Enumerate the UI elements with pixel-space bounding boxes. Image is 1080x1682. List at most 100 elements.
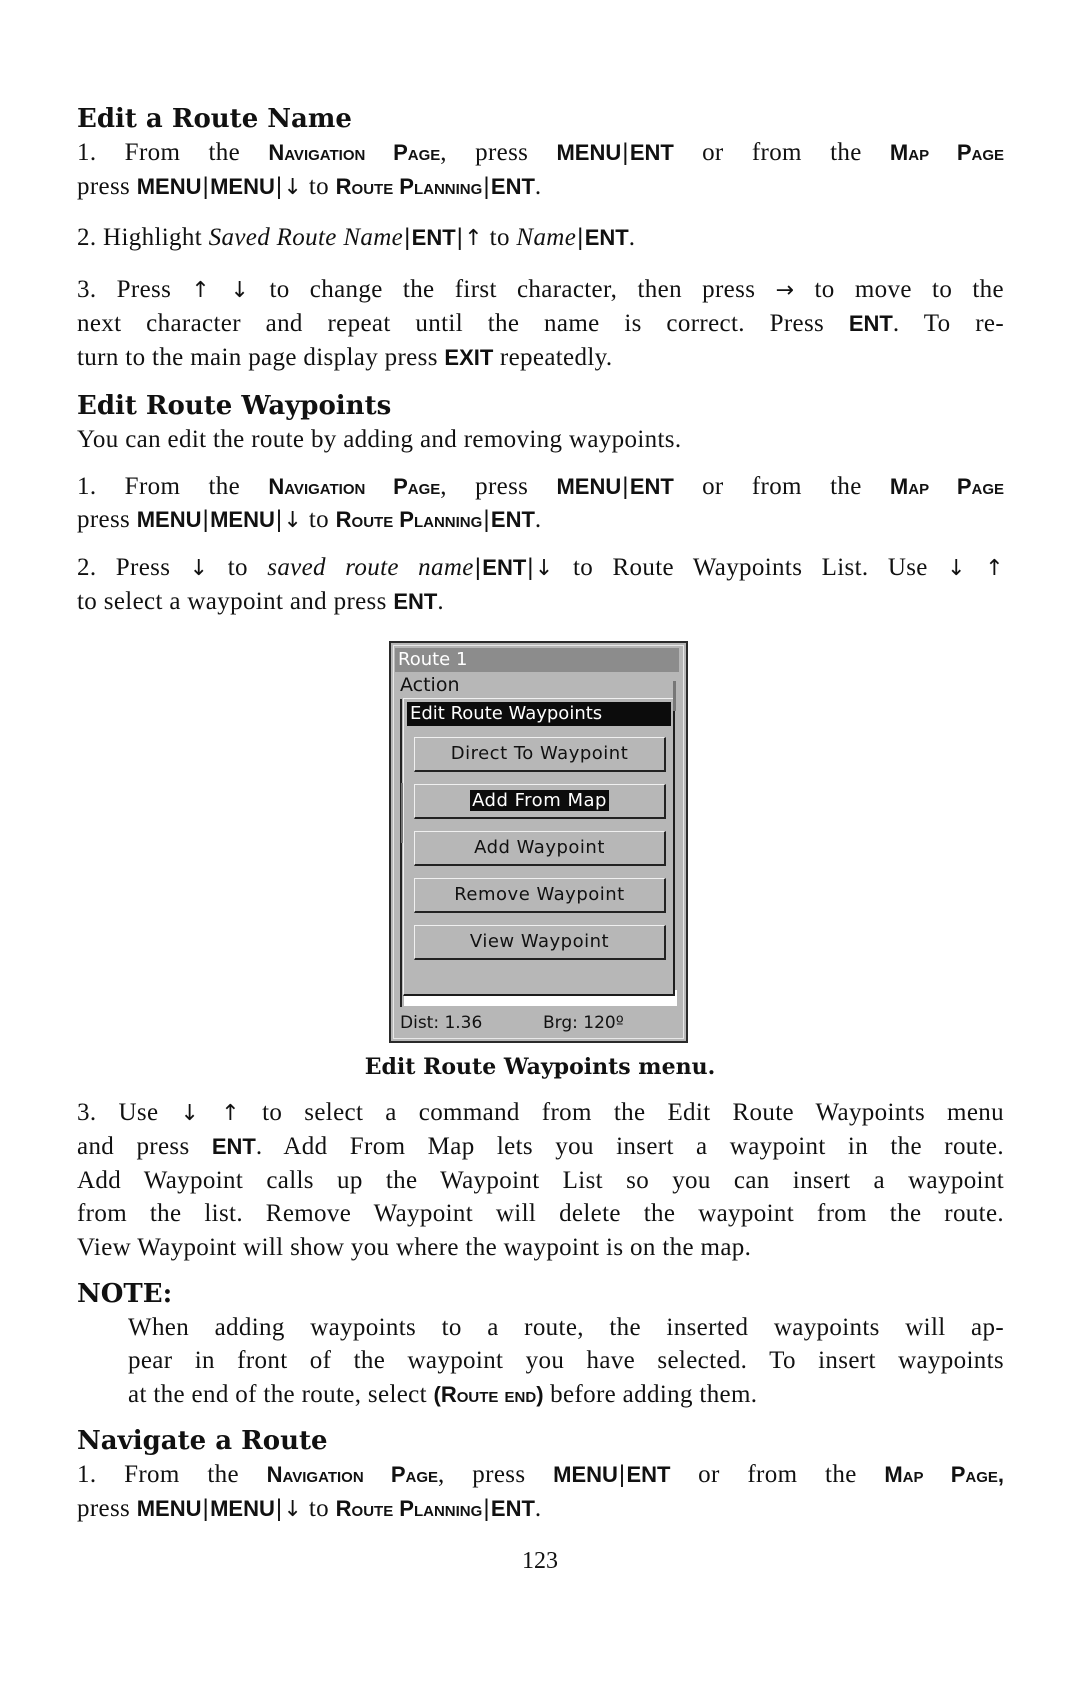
text: . <box>437 588 444 615</box>
edit-waypoints-step2-line2: to select a waypoint and press ENT. <box>77 587 1004 617</box>
text: to <box>208 554 268 581</box>
text: . Add From Map lets you insert a waypoin… <box>255 1133 1004 1160</box>
text: 3. Use <box>77 1099 181 1126</box>
arrow-down-icon: ↓ <box>947 556 966 581</box>
separator: | <box>483 173 490 200</box>
edit-waypoints-step3-line2: and press ENT. Add From Map lets you ins… <box>77 1132 1004 1162</box>
add-waypoint-button[interactable]: Add Waypoint <box>414 831 666 866</box>
edit-waypoints-step3-line3: Add Waypoint calls up the Waypoint List … <box>77 1167 1004 1194</box>
edit-waypoints-step2-line1: 2. Press ↓ to saved route name|ENT|↓ to … <box>77 553 1004 584</box>
text: to Route Waypoints List. Use <box>553 554 948 581</box>
edit-waypoints-step1-line1: 1. From the Navigation Page, press MENU|… <box>77 472 1004 502</box>
text: press <box>77 173 137 200</box>
text: to <box>483 224 517 251</box>
device-screen-figure: Route 1 Action Edit Route Waypoints Dire… <box>389 641 688 1043</box>
text: , press <box>440 139 557 166</box>
arrow-right-icon: → <box>775 278 795 303</box>
popup-scrollbar[interactable] <box>673 681 676 711</box>
text: . <box>534 1495 542 1522</box>
text: or from the <box>670 1461 885 1488</box>
action-label: Action <box>400 674 460 696</box>
key-ent: ENT <box>393 589 438 614</box>
key-menu: MENU <box>556 474 622 499</box>
edit-name-step2: 2. Highlight Saved Route Name|ENT|↑ to N… <box>77 223 1004 254</box>
key-ent: ENT <box>626 1462 671 1487</box>
remove-waypoint-button[interactable]: Remove Waypoint <box>414 878 666 913</box>
key-map-page: Map Page <box>889 140 1004 165</box>
text: turn to the main page display press <box>77 344 445 371</box>
edit-waypoints-step1-line2: press MENU|MENU|↓ to Route Planning|ENT. <box>77 505 1004 536</box>
separator: | <box>202 506 210 533</box>
figure-caption: Edit Route Waypoints menu. <box>364 1054 716 1080</box>
text: or from the <box>673 139 890 166</box>
key-ent: ENT <box>848 311 893 336</box>
arrow-down-icon: ↓ <box>534 556 554 581</box>
note-line3: at the end of the route, select (Route e… <box>128 1380 1004 1410</box>
key-route-planning: Route Planning <box>335 1496 483 1521</box>
arrow-up-icon: ↑ <box>985 556 1004 581</box>
separator: | <box>622 473 629 500</box>
edit-name-step3-line1: 3. Press ↑ ↓ to change the first charact… <box>77 275 1004 306</box>
text: 1. From the <box>77 473 269 500</box>
text: . <box>628 224 636 251</box>
heading-edit-route-waypoints: Edit Route Waypoints <box>77 391 392 421</box>
saved-route-name: Saved Route Name <box>208 224 404 251</box>
separator: | <box>622 139 629 166</box>
separator: | <box>483 1495 490 1522</box>
key-menu: MENU <box>136 174 202 199</box>
text: . <box>534 506 542 533</box>
key-menu: MENU <box>210 174 275 199</box>
text: to <box>302 173 336 200</box>
distance-readout: Dist: 1.36 <box>400 1013 483 1033</box>
note-label: NOTE: <box>77 1279 173 1309</box>
arrow-up-icon: ↑ <box>464 226 484 251</box>
arrow-down-icon: ↓ <box>283 175 303 200</box>
screen-title-bar: Route 1 <box>395 648 679 672</box>
note-line2: pear in front of the waypoint you have s… <box>128 1347 1004 1374</box>
button-label: Add From Map <box>470 790 609 811</box>
text: before adding them. <box>543 1381 758 1408</box>
text: to move to the <box>794 276 1004 303</box>
key-navigation-page: Navigation Page <box>268 474 441 499</box>
key-navigation-page: Navigation Page <box>268 140 441 165</box>
button-label: Add Waypoint <box>474 837 605 858</box>
separator: | <box>456 224 464 251</box>
arrow-up-icon: ↑ <box>191 278 211 303</box>
text: , press <box>440 473 557 500</box>
saved-route-name: saved route name <box>267 554 474 581</box>
heading-edit-route-name: Edit a Route Name <box>77 104 352 134</box>
text: 2. Highlight <box>77 224 209 251</box>
separator: | <box>577 224 584 251</box>
page-number: 123 <box>522 1548 558 1574</box>
direct-to-waypoint-button[interactable]: Direct To Waypoint <box>414 737 666 772</box>
text: to change the first character, then pres… <box>249 276 776 303</box>
arrow-down-icon: ↓ <box>180 1101 200 1126</box>
arrow-up-icon: ↑ <box>221 1101 241 1126</box>
key-route-end: (Route end) <box>433 1382 544 1407</box>
name-field: Name <box>516 224 577 251</box>
text: 1. From the <box>77 1461 267 1488</box>
key-exit: EXIT <box>444 345 494 370</box>
edit-waypoints-step3-line1: 3. Use ↓ ↑ to select a command from the … <box>77 1098 1004 1129</box>
text: press <box>77 506 137 533</box>
separator: | <box>202 173 210 200</box>
key-menu: MENU <box>210 1496 275 1521</box>
navigate-step1-line1: 1. From the Navigation Page, press MENU|… <box>77 1460 1004 1490</box>
key-menu: MENU <box>553 1462 618 1487</box>
edit-waypoints-step3-line5: View Waypoint will show you where the wa… <box>77 1234 752 1261</box>
text: or from the <box>673 473 890 500</box>
key-ent: ENT <box>629 474 674 499</box>
view-waypoint-button[interactable]: View Waypoint <box>414 925 666 960</box>
text: 3. Press <box>77 276 192 303</box>
add-from-map-button[interactable]: Add From Map <box>414 784 666 819</box>
text: , press <box>438 1461 554 1488</box>
separator: | <box>474 554 482 581</box>
text: to <box>302 506 336 533</box>
popup-title: Edit Route Waypoints <box>407 702 671 726</box>
key-menu: MENU <box>136 1496 202 1521</box>
key-menu: MENU <box>210 507 275 532</box>
text: . To re- <box>892 310 1004 337</box>
key-ent: ENT <box>482 555 527 580</box>
edit-name-step3-line3: turn to the main page display press EXIT… <box>77 343 1004 373</box>
edit-name-step1-line1: 1. From the Navigation Page, press MENU|… <box>77 138 1004 168</box>
